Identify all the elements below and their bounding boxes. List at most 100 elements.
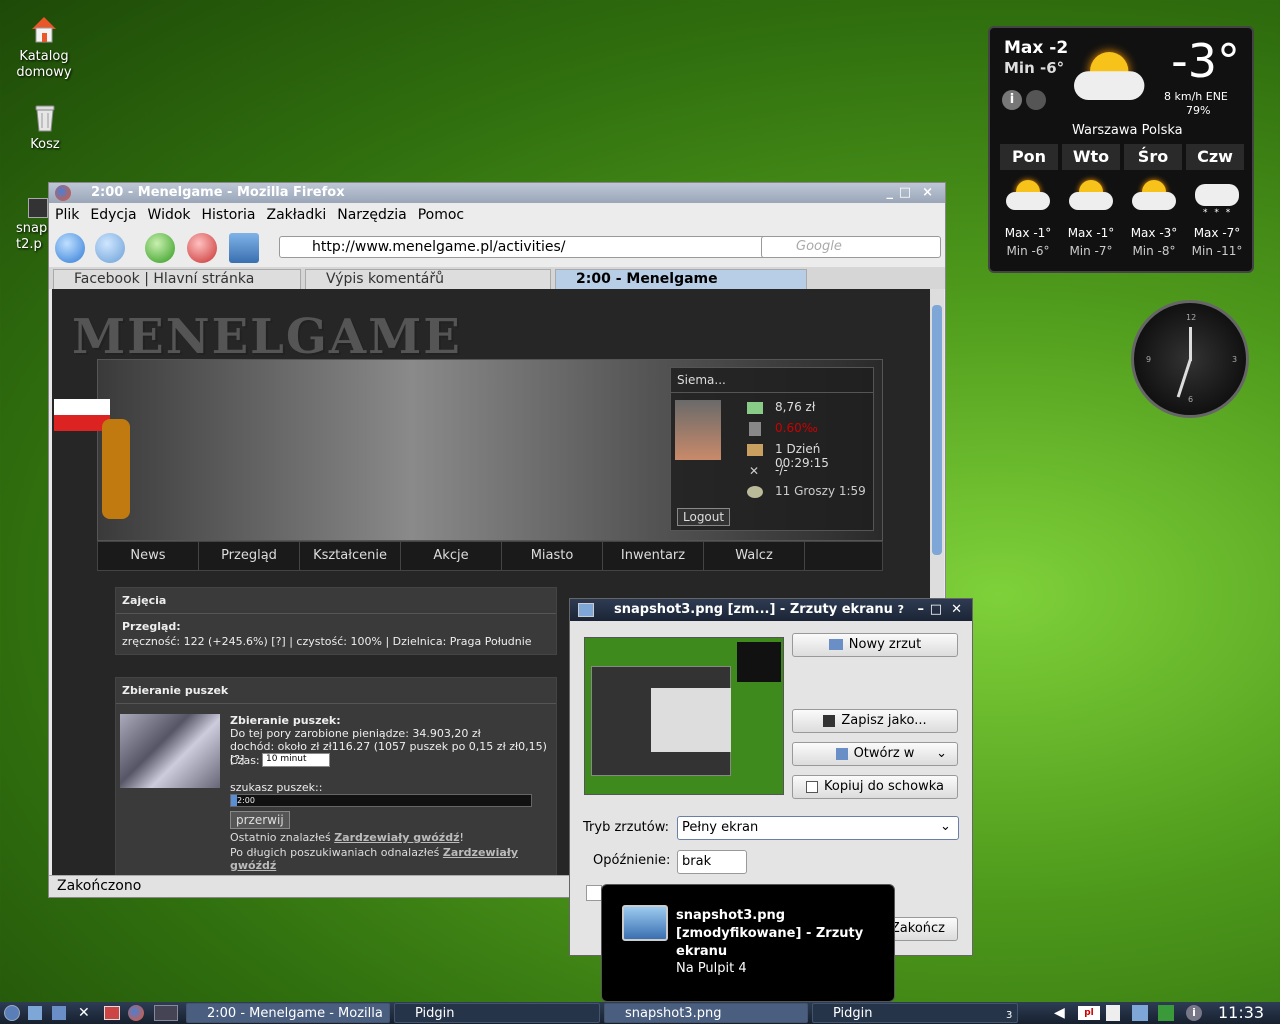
menu-zakladki[interactable]: Zakładki	[267, 207, 327, 223]
menu-widok[interactable]: Widok	[148, 207, 191, 223]
nav-ksztalcenie[interactable]: Kształcenie	[300, 542, 401, 570]
czas-select[interactable]: 10 minut	[262, 753, 330, 767]
nav-walcz[interactable]: Walcz	[704, 542, 805, 570]
stop-icon[interactable]	[187, 233, 217, 263]
book-icon	[747, 444, 763, 456]
firefox-icon[interactable]	[128, 1005, 144, 1021]
copy-clipboard-button[interactable]: Kopiuj do schowka	[792, 775, 958, 799]
scrollbar-thumb[interactable]	[932, 305, 942, 555]
kmenu-icon[interactable]	[4, 1005, 20, 1021]
open-with-button[interactable]: Otwórz w ⌄	[792, 742, 958, 766]
nav-news[interactable]: News	[98, 542, 199, 570]
desktop-icon-trash[interactable]: Kosz	[5, 100, 85, 153]
ostatnio-prefix: Ostatnio znalazłeś	[230, 831, 335, 844]
taskbar-task-pidgin-2[interactable]: Pidgin	[812, 1003, 1018, 1023]
ostatnio-suffix: !	[459, 831, 464, 844]
logout-button[interactable]: Logout	[677, 508, 731, 526]
close-button[interactable]: ✕	[951, 599, 962, 621]
nav-inwentarz[interactable]: Inwentarz	[603, 542, 704, 570]
clock-minute-hand	[1176, 358, 1192, 398]
taskbar-task-firefox[interactable]: 2:00 - Menelgame - Mozilla	[186, 1003, 390, 1023]
przerwij-button[interactable]: przerwij	[230, 811, 290, 829]
mode-select[interactable]: Pełny ekran	[677, 816, 959, 840]
po-item-link-continued[interactable]: gwóźdź	[230, 859, 276, 872]
notification-popup[interactable]: snapshot3.png [zmodyfikowane] - Zrzuty e…	[601, 884, 895, 1002]
new-snapshot-button[interactable]: Nowy zrzut	[792, 633, 958, 657]
weather-widget: Max -2 Min -6° i -3° 8 km/h ENE 79% Wars…	[988, 26, 1254, 273]
przeglad-text: zręczność: 122 (+245.6%) [?] | czystość:…	[122, 635, 532, 648]
taskbar-task-ksnapshot[interactable]: snapshot3.png [zmodyfikow	[604, 1003, 808, 1023]
menu-plik[interactable]: Plik	[55, 207, 79, 223]
sun-cloud-icon	[1132, 180, 1176, 210]
humidity: 79%	[1186, 104, 1211, 117]
window-titlebar[interactable]: 2:00 - Menelgame - Mozilla Firefox _ □ ×	[49, 183, 945, 203]
desktop-icon-home[interactable]: Katalog domowy	[4, 12, 84, 81]
window-title: snapshot3.png [zm...] - Zrzuty ekranu	[614, 602, 893, 617]
home-icon[interactable]	[229, 233, 259, 263]
back-icon[interactable]	[55, 233, 85, 263]
avatar[interactable]	[675, 400, 721, 460]
site-logo: MENELGAME	[72, 309, 462, 365]
tab-menelgame[interactable]: 2:00 - Menelgame	[555, 269, 807, 289]
maximize-button[interactable]: □	[930, 599, 942, 621]
desktop-icon[interactable]	[28, 1006, 42, 1020]
menu-pomoc[interactable]: Pomoc	[418, 207, 464, 223]
url-input[interactable]: http://www.menelgame.pl/activities/	[279, 236, 799, 258]
checkbox[interactable]	[586, 885, 602, 901]
notification-subtitle: Na Pulpit 4	[676, 961, 747, 976]
home-icon[interactable]	[52, 1006, 66, 1020]
save-as-button[interactable]: Zapisz jako...	[792, 709, 958, 733]
taskbar-task-pidgin[interactable]: Pidgin	[394, 1003, 600, 1023]
ksnapshot-app-icon	[578, 603, 594, 617]
pager-icon[interactable]	[154, 1005, 178, 1021]
user-panel: Siema... 8,76 zł 0.60‰ 1 Dzień 00:29:15 …	[670, 367, 874, 531]
ostatnio-item-link[interactable]: Zardzewiały gwóźdź	[334, 831, 459, 844]
po-item-link[interactable]: Zardzewiały	[443, 846, 518, 859]
volume-icon[interactable]: ◀	[1054, 1005, 1065, 1021]
reload-icon[interactable]	[145, 233, 175, 263]
forecast-min: Min -7°	[1069, 244, 1113, 258]
menu-historia[interactable]: Historia	[202, 207, 256, 223]
menu-bar: Plik Edycja Widok Historia Zakładki Narz…	[49, 203, 945, 227]
taskbar: ✕ 2:00 - Menelgame - Mozilla Pidgin snap…	[0, 1002, 1280, 1024]
help-button[interactable]: ?	[898, 599, 904, 621]
close-button[interactable]: ×	[922, 183, 933, 203]
menu-edycja[interactable]: Edycja	[90, 207, 136, 223]
network-icon[interactable]	[1132, 1005, 1148, 1021]
nav-akcje[interactable]: Akcje	[401, 542, 502, 570]
info-icon[interactable]: i	[1002, 90, 1022, 110]
desktop-icon-label: Kosz	[30, 137, 60, 152]
forecast-max: Max -1°	[1004, 226, 1052, 240]
taskbar-clock[interactable]: 11:33	[1218, 1003, 1264, 1022]
keyboard-layout-icon[interactable]: pl	[1078, 1006, 1100, 1020]
search-input[interactable]: Google	[761, 236, 941, 258]
desktop-icon-label: Katalog domowy	[16, 49, 72, 80]
window-titlebar[interactable]: snapshot3.png [zm...] - Zrzuty ekranu ? …	[570, 599, 972, 621]
tab-vypis[interactable]: Výpis komentářů	[305, 269, 551, 289]
snapshot-preview[interactable]	[584, 637, 784, 795]
update-icon[interactable]	[1158, 1005, 1174, 1021]
desktop-icon-snapshot[interactable]: snap t2.p	[0, 198, 48, 253]
minimize-button[interactable]: _	[887, 183, 894, 203]
clipboard-icon[interactable]	[1106, 1005, 1120, 1021]
nav-miasto[interactable]: Miasto	[502, 542, 603, 570]
globe-icon[interactable]	[1026, 90, 1046, 110]
terminal-icon[interactable]	[104, 1006, 120, 1020]
camera-icon	[828, 639, 843, 650]
floppy-icon	[823, 714, 836, 727]
wind: 8 km/h ENE	[1164, 90, 1228, 103]
tools-icon[interactable]: ✕	[78, 1005, 90, 1021]
flag-bottle-mascot	[54, 379, 144, 529]
menu-narzedzia[interactable]: Narzędzia	[337, 207, 406, 223]
info-icon[interactable]: i	[1186, 1005, 1202, 1021]
coins-icon	[747, 486, 763, 498]
minimize-button[interactable]: –	[918, 599, 925, 621]
po-text: Po długich poszukiwaniach odnalazłeś Zar…	[230, 846, 518, 859]
czas-label: Czas:	[230, 754, 260, 767]
forecast-day-name: Pon	[1000, 144, 1058, 170]
delay-spinbox[interactable]: brak	[677, 850, 747, 874]
forward-icon[interactable]	[95, 233, 125, 263]
maximize-button[interactable]: □	[899, 183, 911, 203]
nav-przeglad[interactable]: Przegląd	[199, 542, 300, 570]
tab-facebook[interactable]: Facebook | Hlavní stránka	[53, 269, 301, 289]
